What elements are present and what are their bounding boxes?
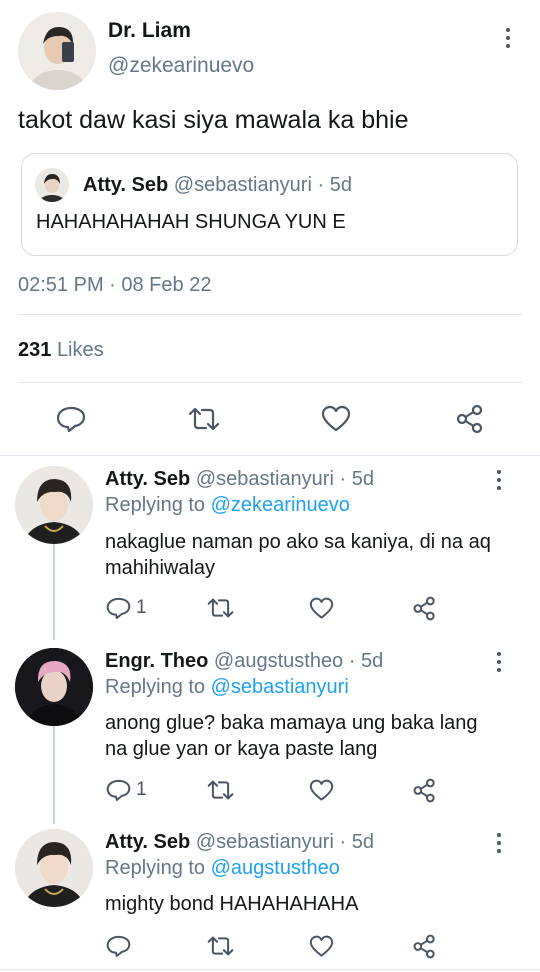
quoted-display-name: Atty. Seb — [83, 174, 169, 196]
reply-handle[interactable]: @augstustheo — [214, 650, 343, 672]
quoted-tweet[interactable] — [21, 153, 518, 256]
retweet-icon[interactable] — [206, 935, 235, 957]
reply-bubble-icon[interactable] — [106, 596, 131, 620]
heart-icon[interactable] — [309, 779, 334, 802]
more-options-icon[interactable] — [496, 470, 502, 490]
more-options-icon[interactable] — [496, 833, 502, 853]
reply-author-avatar[interactable] — [15, 648, 93, 726]
retweet-icon[interactable] — [187, 406, 221, 432]
reply-header: Atty. Seb @sebastianyuri · 5d — [105, 831, 374, 854]
heart-icon[interactable] — [309, 597, 334, 620]
reply-text: anong glue? baka mamaya ung baka lang na… — [105, 712, 478, 760]
heart-icon[interactable] — [321, 405, 351, 433]
replying-to-prefix: Replying to — [105, 676, 206, 698]
more-options-icon[interactable] — [496, 652, 502, 672]
replying-to-link[interactable]: @augstustheo — [211, 857, 340, 879]
author-display-name[interactable]: Dr. Liam — [108, 19, 191, 43]
likes-label: Likes — [56, 339, 104, 361]
share-icon[interactable] — [412, 934, 437, 959]
author-handle[interactable]: @zekearinuevo — [108, 54, 254, 78]
heart-icon[interactable] — [309, 935, 334, 958]
divider — [18, 314, 522, 315]
quoted-age: · 5d — [317, 174, 352, 196]
thread-line — [53, 544, 55, 640]
reply-count: 1 — [136, 779, 147, 800]
share-icon[interactable] — [412, 596, 437, 621]
quoted-handle: @sebastianyuri — [173, 174, 312, 196]
replying-to-prefix: Replying to — [105, 857, 206, 879]
reply-bubble-icon[interactable] — [106, 778, 131, 802]
likes-stat[interactable]: 231 Likes — [18, 339, 104, 362]
thread-line — [53, 726, 55, 824]
reply-display-name[interactable]: Engr. Theo — [105, 650, 208, 672]
tweet-text: takot daw kasi siya mawala ka bhie — [18, 106, 409, 134]
quoted-header: Atty. Seb @sebastianyuri · 5d — [83, 174, 352, 197]
replying-to-link[interactable]: @sebastianyuri — [211, 676, 349, 698]
reply-handle[interactable]: @sebastianyuri — [196, 468, 334, 490]
replying-to-link[interactable]: @zekearinuevo — [211, 494, 350, 516]
reply-bubble-icon[interactable] — [56, 405, 86, 433]
replying-to-line: Replying to @augstustheo — [105, 857, 340, 880]
reply-age: · 5d — [339, 831, 374, 853]
quoted-text: HAHAHAHAHAH SHUNGA YUN E — [36, 211, 346, 233]
reply-header: Atty. Seb @sebastianyuri · 5d — [105, 468, 374, 491]
reply-count: 1 — [136, 597, 147, 618]
author-avatar[interactable] — [18, 12, 96, 90]
retweet-icon[interactable] — [206, 597, 235, 619]
reply-bubble-icon[interactable] — [106, 934, 131, 958]
replying-to-line: Replying to @sebastianyuri — [105, 676, 349, 699]
replying-to-line: Replying to @zekearinuevo — [105, 494, 350, 517]
divider — [0, 969, 540, 970]
reply-age: · 5d — [348, 650, 384, 672]
share-icon[interactable] — [455, 404, 485, 434]
divider — [18, 382, 522, 383]
divider — [0, 455, 540, 456]
reply-display-name[interactable]: Atty. Seb — [105, 468, 190, 490]
reply-handle[interactable]: @sebastianyuri — [196, 831, 334, 853]
reply-header: Engr. Theo @augstustheo · 5d — [105, 650, 383, 673]
reply-author-avatar[interactable] — [15, 829, 93, 907]
replying-to-prefix: Replying to — [105, 494, 206, 516]
retweet-icon[interactable] — [206, 779, 235, 801]
reply-text: mighty bond HAHAHAHAHA — [105, 893, 359, 915]
reply-age: · 5d — [339, 468, 374, 490]
reply-author-avatar[interactable] — [15, 466, 93, 544]
reply-text: nakaglue naman po ako sa kaniya, di na a… — [105, 531, 491, 579]
likes-count: 231 — [18, 339, 52, 361]
tweet-timestamp: 02:51 PM · 08 Feb 22 — [18, 274, 212, 296]
quoted-author-avatar — [35, 168, 69, 202]
more-options-icon[interactable] — [505, 28, 511, 48]
share-icon[interactable] — [412, 778, 437, 803]
reply-display-name[interactable]: Atty. Seb — [105, 831, 190, 853]
